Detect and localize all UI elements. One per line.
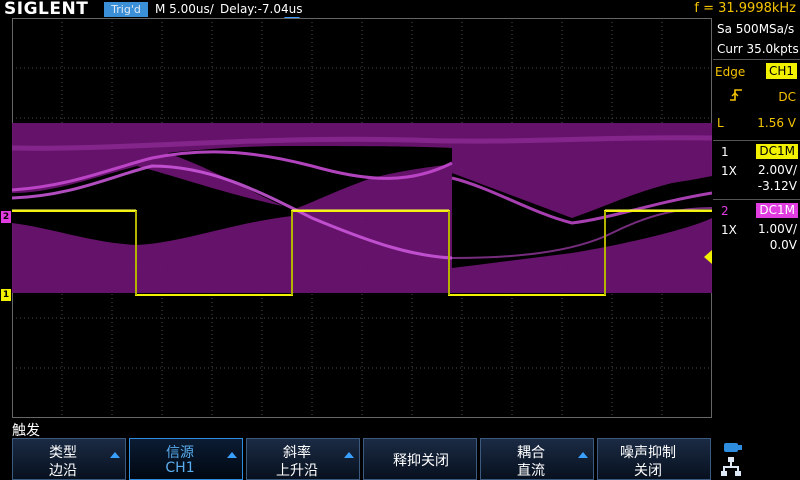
trigger-source-badge: CH1: [765, 63, 797, 79]
softkey-label: 斜率: [283, 445, 311, 461]
ch1-offset: -3.12V: [757, 179, 797, 193]
up-arrow-icon: [344, 452, 354, 458]
softkey-bar: 类型 边沿 信源 CH1 斜率 上升沿 释抑关闭 耦合 直流 噪声抑制 关闭: [12, 438, 712, 480]
ch2-probe: 1X: [721, 223, 737, 237]
rising-edge-icon: [730, 89, 742, 101]
softkey-label: 噪声抑制: [620, 445, 676, 461]
softkey-label: 释抑关闭: [393, 453, 449, 469]
usb-icon: [724, 443, 742, 452]
trigger-status-badge: Trig'd: [104, 2, 148, 17]
trigger-level-value: 1.56 V: [757, 116, 796, 130]
menu-title: 触发: [12, 423, 40, 439]
softkey-holdoff[interactable]: 释抑关闭: [363, 438, 477, 480]
softkey-trigger-type[interactable]: 类型 边沿: [12, 438, 126, 480]
trigger-info-box[interactable]: Edge CH1 DC L 1.56 V: [713, 59, 800, 152]
trigger-coupling-label: DC: [778, 90, 796, 104]
softkey-noise-reject[interactable]: 噪声抑制 关闭: [597, 438, 711, 480]
trigger-level-label: L: [717, 116, 724, 130]
ch2-offset-marker[interactable]: 2: [1, 211, 11, 223]
softkey-coupling[interactable]: 耦合 直流: [480, 438, 594, 480]
ch1-offset-marker[interactable]: 1: [1, 289, 11, 301]
network-icon: [721, 457, 741, 476]
brand-logo: SIGLENT: [4, 0, 89, 19]
softkey-label: 信源: [166, 445, 194, 461]
sample-rate-readout: Sa 500MSa/s: [717, 22, 795, 36]
ch2-coupling-badge: DC1M: [756, 203, 798, 218]
ch2-scale: 1.00V/: [758, 222, 797, 236]
side-panel: Sa 500MSa/s Curr 35.0kpts Edge CH1 DC L …: [713, 18, 800, 418]
ch2-number: 2: [721, 204, 729, 218]
trigger-level-marker-icon[interactable]: [704, 250, 712, 264]
softkey-value: 直流: [517, 463, 545, 479]
frequency-counter: f = 31.9998kHz: [694, 1, 796, 16]
up-arrow-icon: [227, 452, 237, 458]
ch1-number: 1: [721, 145, 729, 159]
ch1-scale: 2.00V/: [758, 163, 797, 177]
ch2-waveform: [12, 123, 712, 293]
delay-readout[interactable]: Delay:-7.04us: [220, 2, 303, 16]
trigger-type-label: Edge: [715, 65, 746, 79]
softkey-value: 关闭: [634, 463, 662, 479]
softkey-label: 耦合: [517, 445, 545, 461]
ch1-probe: 1X: [721, 164, 737, 178]
softkey-label: 类型: [49, 445, 77, 461]
status-bar: SIGLENT Trig'd M 5.00us/ Delay:-7.04us f…: [0, 0, 800, 19]
waveform-canvas: [12, 18, 712, 418]
ch1-coupling-badge: DC1M: [756, 144, 798, 159]
ch2-info-box[interactable]: 2 DC1M 1X 1.00V/ 0.0V: [713, 199, 800, 256]
softkey-trigger-slope[interactable]: 斜率 上升沿: [246, 438, 360, 480]
up-arrow-icon: [110, 452, 120, 458]
memory-depth-readout: Curr 35.0kpts: [717, 42, 799, 56]
ch1-info-box[interactable]: 1 DC1M 1X 2.00V/ -3.12V: [713, 140, 800, 197]
softkey-value: 上升沿: [276, 463, 318, 479]
up-arrow-icon: [578, 452, 588, 458]
softkey-trigger-source[interactable]: 信源 CH1: [129, 438, 243, 480]
waveform-display[interactable]: [12, 18, 712, 418]
timebase-readout[interactable]: M 5.00us/: [155, 2, 214, 16]
softkey-value: CH1: [165, 460, 195, 476]
softkey-value: 边沿: [49, 463, 77, 479]
status-icons: [720, 441, 750, 477]
ch2-offset: 0.0V: [769, 238, 797, 252]
